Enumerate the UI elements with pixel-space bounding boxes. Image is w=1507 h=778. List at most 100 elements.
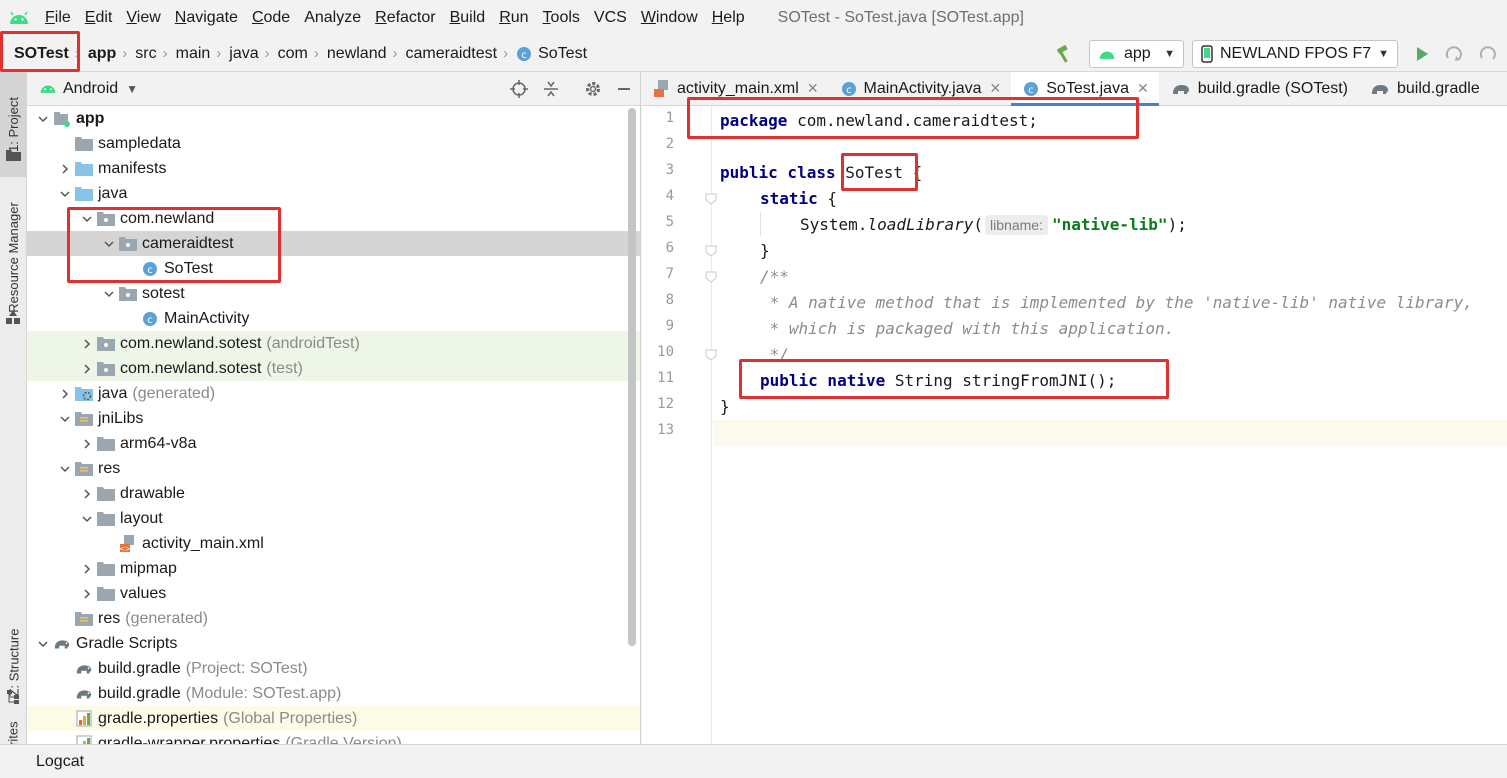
breadcrumb-5[interactable]: com [272,39,312,69]
tree-item[interactable]: manifests [27,156,640,181]
tree-item[interactable]: mipmap [27,556,640,581]
chevron-down-icon[interactable] [57,411,73,427]
chevron-right-icon[interactable] [79,336,95,352]
tree-item-hint: (generated) [132,384,216,402]
close-icon[interactable]: ✕ [990,80,1002,97]
tree-item[interactable]: sampledata [27,131,640,156]
tree-item-hint: (Module: SOTest.app) [185,684,342,702]
chevron-right-icon[interactable] [57,161,73,177]
chevron-right-icon[interactable] [79,561,95,577]
hide-panel-icon[interactable] [613,78,635,100]
tree-item[interactable]: arm64-v8a [27,431,640,456]
chevron-right-icon[interactable] [79,436,95,452]
chevron-down-icon[interactable] [57,186,73,202]
chevron-down-icon[interactable] [35,111,51,127]
breadcrumb-2[interactable]: src [129,39,160,69]
tree-item[interactable]: c MainActivity [27,306,640,331]
logcat-tool-tab[interactable]: Logcat [36,753,84,771]
run-icon[interactable] [1410,42,1434,66]
tree-item[interactable]: drawable [27,481,640,506]
tree-item[interactable]: <> activity_main.xml [27,531,640,556]
chevron-down-icon[interactable]: ▼ [126,82,138,96]
folder-icon [75,161,93,177]
breadcrumb-3[interactable]: main [170,39,215,69]
svg-text:c: c [147,315,153,326]
tree-item[interactable]: res [27,456,640,481]
menu-file[interactable]: File [38,9,78,27]
breadcrumb-0[interactable]: SOTest [8,39,73,69]
gradle-elephant-icon [53,636,71,652]
tree-item[interactable]: cameraidtest [27,231,640,256]
tree-item[interactable]: app [27,106,640,131]
chevron-down-icon[interactable] [101,286,117,302]
menu-build[interactable]: Build [443,9,493,27]
menu-view[interactable]: View [119,9,167,27]
menu-window[interactable]: Window [634,9,705,27]
gear-icon[interactable] [582,78,604,100]
build-hammer-icon[interactable] [1052,42,1076,66]
breadcrumb-1[interactable]: app [82,39,120,69]
chevron-down-icon[interactable] [79,211,95,227]
tree-item[interactable]: layout [27,506,640,531]
chevron-down-icon[interactable] [57,461,73,477]
chevron-right-icon[interactable] [79,486,95,502]
chevron-down-icon: ▼ [1378,48,1389,60]
breadcrumb-7[interactable]: cameraidtest [400,39,502,69]
chevron-down-icon[interactable] [79,511,95,527]
tree-item[interactable]: java (generated) [27,381,640,406]
menu-navigate[interactable]: Navigate [168,9,245,27]
menu-run[interactable]: Run [492,9,535,27]
project-view-mode[interactable]: Android [63,80,118,98]
editor-tab[interactable]: build.gradle (SOTest) [1159,72,1358,105]
tree-item[interactable]: build.gradle (Project: SOTest) [27,656,640,681]
tree-item-hint: (Global Properties) [223,709,358,727]
chevron-right-icon[interactable] [79,586,95,602]
tree-item[interactable]: gradle-wrapper.properties (Gradle Version… [27,731,640,744]
menu-analyze[interactable]: Analyze [297,9,368,27]
editor-tab[interactable]: c MainActivity.java ✕ [829,72,1012,105]
tree-item[interactable]: sotest [27,281,640,306]
apply-changes-icon[interactable] [1442,42,1466,66]
chevron-down-icon[interactable] [101,236,117,252]
breadcrumb-6[interactable]: newland [321,39,391,69]
chevron-right-icon[interactable] [57,386,73,402]
tree-item[interactable]: com.newland.sotest (test) [27,356,640,381]
editor-tab[interactable]: activity_main.xml ✕ [642,72,829,105]
menu-edit[interactable]: Edit [78,9,120,27]
svg-text:c: c [1029,85,1035,96]
close-icon[interactable]: ✕ [807,80,819,97]
tree-item[interactable]: java [27,181,640,206]
editor-tab[interactable]: build.gradle [1358,72,1490,105]
code-area[interactable]: package com.newland.cameraidtest; public… [713,106,1507,744]
chevron-down-icon[interactable] [35,636,51,652]
editor-tab[interactable]: c SoTest.java ✕ [1011,72,1160,106]
tree-item[interactable]: Gradle Scripts [27,631,640,656]
apply-code-changes-icon[interactable] [1476,42,1500,66]
tree-item[interactable]: com.newland.sotest (androidTest) [27,331,640,356]
editor-tab-label: MainActivity.java [863,79,982,97]
menu-code[interactable]: Code [245,9,297,27]
menu-help[interactable]: Help [705,9,752,27]
locate-target-icon[interactable] [508,78,530,100]
collapse-all-icon[interactable] [540,78,562,100]
menu-refactor[interactable]: Refactor [368,9,442,27]
tree-item[interactable]: gradle.properties (Global Properties) [27,706,640,731]
folder-icon [97,486,115,502]
menu-tools[interactable]: Tools [536,9,587,27]
chevron-right-icon[interactable] [79,361,95,377]
tree-item[interactable]: values [27,581,640,606]
tree-item[interactable]: res (generated) [27,606,640,631]
chevron-right-icon: › [264,45,270,62]
close-icon[interactable]: ✕ [1137,80,1149,97]
breadcrumb-8[interactable]: c SoTest [510,39,591,69]
tree-item[interactable]: com.newland [27,206,640,231]
tree-item[interactable]: jniLibs [27,406,640,431]
project-tree-scrollbar[interactable] [628,108,636,646]
device-select[interactable]: NEWLAND FPOS F7 ▼ [1192,40,1398,68]
run-config-select[interactable]: app ▼ [1089,40,1184,68]
breadcrumb-4[interactable]: java [223,39,262,69]
tree-item[interactable]: c SoTest [27,256,640,281]
menu-vcs[interactable]: VCS [587,9,634,27]
tree-item[interactable]: build.gradle (Module: SOTest.app) [27,681,640,706]
